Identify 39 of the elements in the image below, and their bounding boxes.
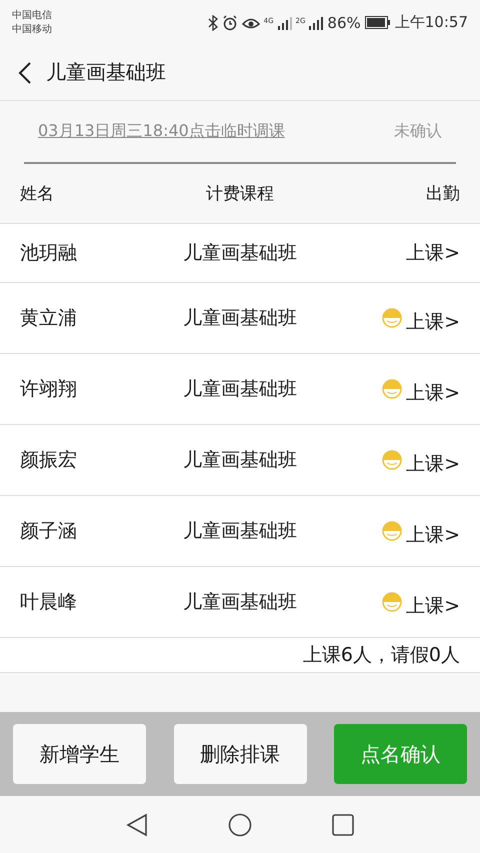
page-title: 儿童画基础班 — [46, 59, 166, 86]
course-name: 儿童画基础班 — [182, 519, 297, 544]
column-header: 计费课程 — [206, 183, 274, 205]
course-name: 儿童画基础班 — [182, 241, 297, 266]
battery-percent: 86% — [327, 14, 361, 32]
attendance-link[interactable]: 上课> — [406, 593, 460, 619]
attendance-link[interactable]: 上课> — [406, 380, 460, 406]
action-button[interactable]: 新增学生 — [13, 724, 146, 784]
signal-icon — [278, 16, 292, 30]
bluetooth-icon — [208, 14, 218, 30]
student-name: 黄立浦 — [20, 306, 78, 331]
recents-icon[interactable] — [332, 814, 354, 836]
battery-icon — [364, 16, 391, 29]
attendance-link[interactable]: 上课> — [406, 522, 460, 548]
action-button[interactable]: 删除排课 — [174, 724, 306, 784]
home-icon[interactable] — [228, 812, 252, 836]
attendance-link[interactable]: 上课> — [406, 240, 460, 266]
clock: 上午10:57 — [394, 13, 468, 32]
course-name: 儿童画基础班 — [182, 306, 297, 331]
course-name: 儿童画基础班 — [182, 377, 297, 402]
attendance-link[interactable]: 上课> — [406, 451, 460, 477]
carrier-name: 中国电信 — [12, 8, 52, 22]
column-header: 出勤 — [426, 183, 460, 205]
student-name: 池玥融 — [20, 241, 78, 266]
attendance-link[interactable]: 上课> — [406, 309, 460, 335]
course-name: 儿童画基础班 — [182, 590, 297, 615]
carrier-name: 中国移动 — [12, 22, 52, 36]
confirmation-status: 未确认 — [394, 121, 442, 142]
column-header: 姓名 — [20, 183, 55, 205]
signal-icon — [309, 16, 324, 30]
course-name: 儿童画基础班 — [182, 448, 297, 473]
back-nav-icon[interactable] — [126, 812, 148, 836]
student-name: 颜子涵 — [20, 519, 78, 544]
student-name: 叶晨峰 — [20, 590, 78, 615]
alarm-icon — [222, 14, 238, 30]
student-name: 许翊翔 — [20, 377, 78, 402]
student-name: 颜振宏 — [20, 448, 78, 473]
attendance-summary: 上课6人，请假0人 — [302, 643, 460, 668]
back-icon[interactable] — [18, 62, 32, 84]
